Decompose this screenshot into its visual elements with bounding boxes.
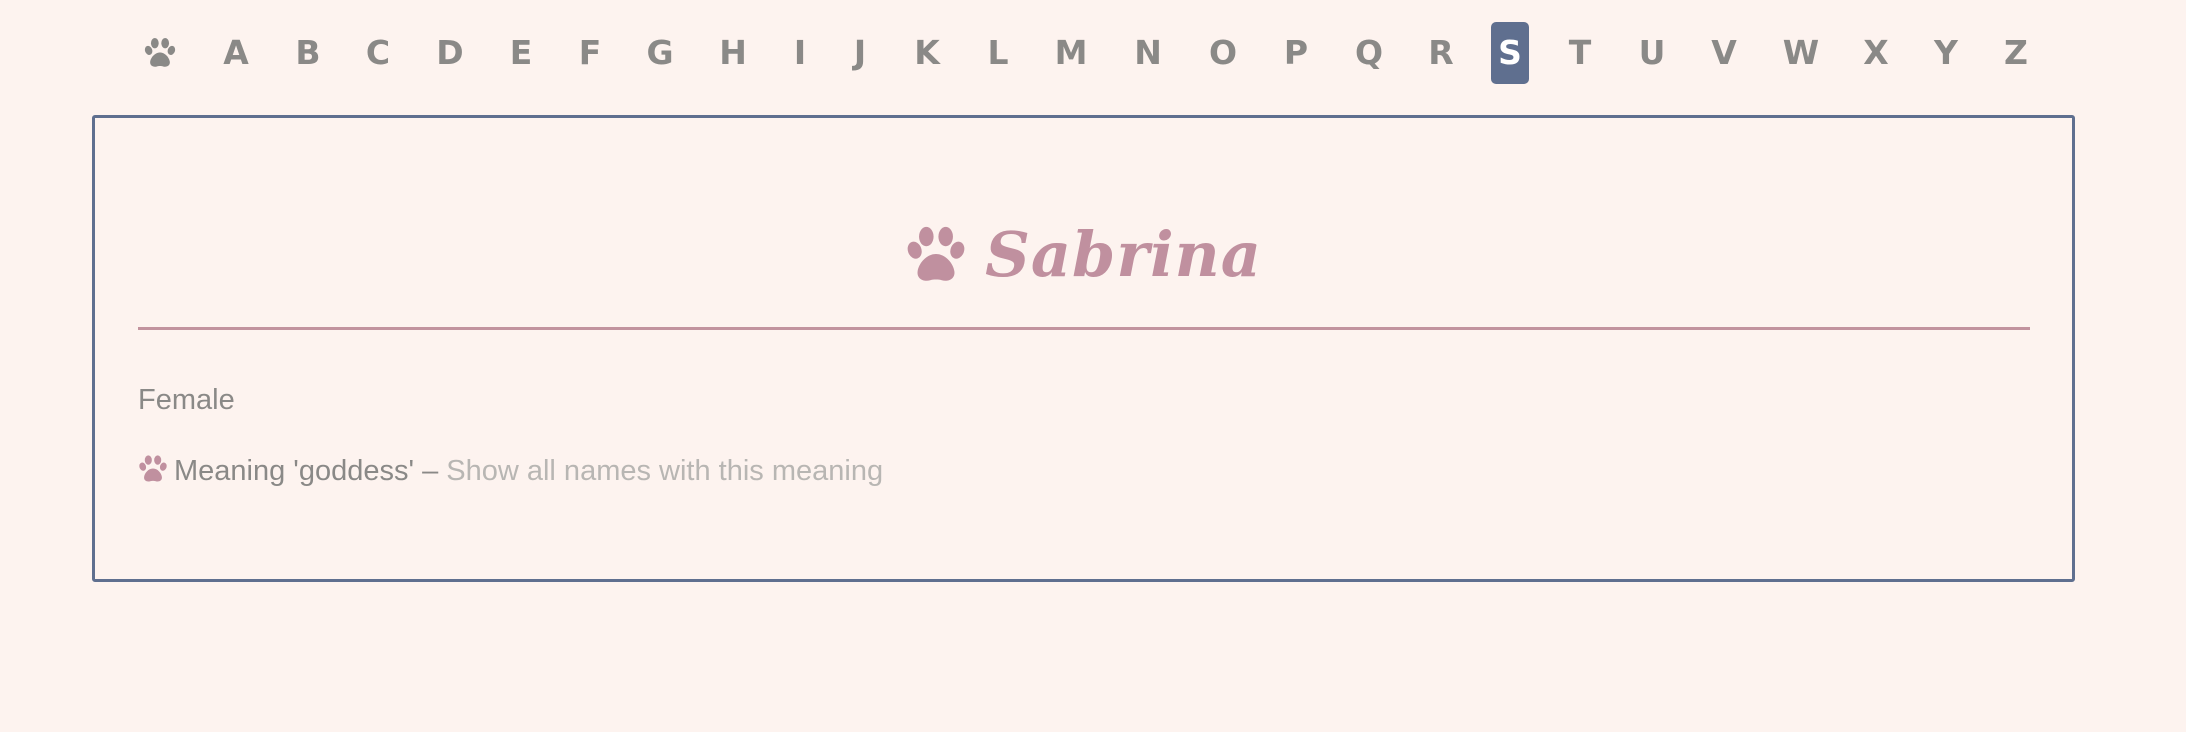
alphabet-nav: A B C D E F G H I J K L M N O P Q R S T … bbox=[0, 22, 2186, 84]
letter-link-f[interactable]: F bbox=[570, 22, 610, 84]
letter-link-m[interactable]: M bbox=[1051, 22, 1091, 84]
letter-link-u[interactable]: U bbox=[1632, 22, 1672, 84]
letter-link-e[interactable]: E bbox=[501, 22, 541, 84]
letter-link-v[interactable]: V bbox=[1704, 22, 1744, 84]
letter-link-l[interactable]: L bbox=[978, 22, 1018, 84]
letter-link-z[interactable]: Z bbox=[1996, 22, 2036, 84]
letter-link-a[interactable]: A bbox=[216, 22, 256, 84]
letter-link-h[interactable]: H bbox=[713, 22, 753, 84]
letter-link-i[interactable]: I bbox=[780, 22, 820, 84]
letter-link-n[interactable]: N bbox=[1128, 22, 1168, 84]
heading-divider bbox=[138, 327, 2030, 330]
meaning-text: Meaning 'goddess' bbox=[174, 455, 415, 487]
letter-link-b[interactable]: B bbox=[288, 22, 328, 84]
letter-link-d[interactable]: D bbox=[430, 22, 470, 84]
letter-link-p[interactable]: P bbox=[1276, 22, 1316, 84]
paw-icon bbox=[138, 455, 168, 483]
letter-link-w[interactable]: W bbox=[1781, 22, 1821, 84]
letter-link-x[interactable]: X bbox=[1856, 22, 1896, 84]
letter-link-o[interactable]: O bbox=[1203, 22, 1243, 84]
home-paw-icon[interactable] bbox=[143, 38, 177, 68]
name-heading: Sabrina bbox=[95, 218, 2072, 298]
name-title: Sabrina bbox=[985, 218, 1262, 291]
paw-icon bbox=[905, 226, 967, 284]
name-card: Sabrina Female Meaning 'goddess' – Show … bbox=[92, 115, 2075, 582]
meaning-separator: – bbox=[414, 455, 447, 487]
letter-link-t[interactable]: T bbox=[1560, 22, 1600, 84]
letter-link-k[interactable]: K bbox=[907, 22, 947, 84]
letter-link-s[interactable]: S bbox=[1491, 22, 1529, 84]
letter-link-r[interactable]: R bbox=[1421, 22, 1461, 84]
gender-label: Female bbox=[138, 384, 235, 416]
letter-link-c[interactable]: C bbox=[358, 22, 398, 84]
letter-link-q[interactable]: Q bbox=[1349, 22, 1389, 84]
meaning-row: Meaning 'goddess' – Show all names with … bbox=[138, 455, 883, 488]
letter-link-j[interactable]: J bbox=[840, 22, 880, 84]
letter-link-y[interactable]: Y bbox=[1926, 22, 1966, 84]
letter-link-g[interactable]: G bbox=[640, 22, 680, 84]
show-names-with-meaning-link[interactable]: Show all names with this meaning bbox=[446, 455, 883, 487]
